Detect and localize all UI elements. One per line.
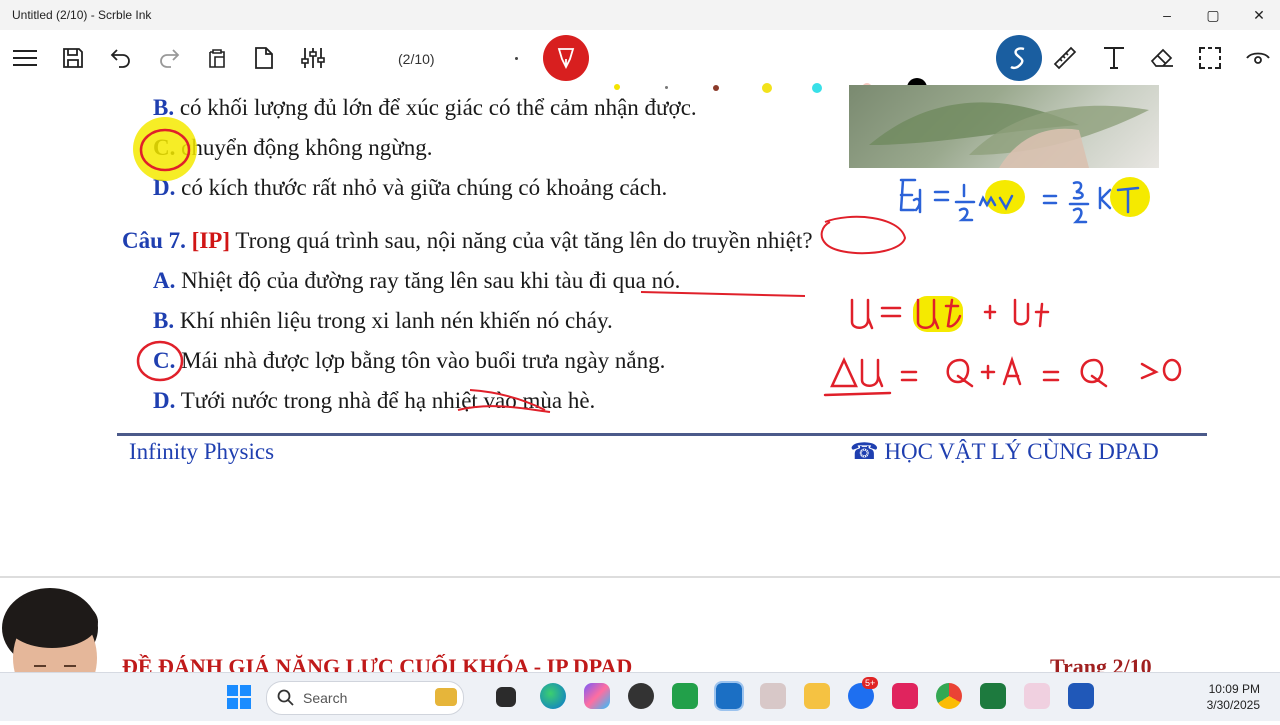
taskbar: Search 5+ 10:09 PM 3/30/2025 (0, 672, 1280, 721)
obs-icon[interactable] (628, 683, 654, 709)
q6-option-b: B. có khối lượng đủ lớn để xúc giác có t… (153, 95, 697, 121)
maximize-button[interactable]: ▢ (1190, 0, 1236, 30)
option-text: Mái nhà được lợp bằng tôn vào buổi trưa … (181, 348, 666, 373)
pen-color-swatch[interactable] (614, 84, 620, 90)
pen-color-swatch[interactable] (762, 83, 772, 93)
clock-date: 3/30/2025 (1206, 698, 1260, 712)
question-tag: [IP] (191, 228, 230, 253)
ruler-icon[interactable] (1045, 38, 1085, 78)
option-text: có kích thước rất nhỏ và giữa chúng có k… (181, 175, 668, 200)
edge-icon[interactable] (540, 683, 566, 709)
leaf-photo (849, 85, 1159, 168)
option-text: chuyển động không ngừng. (181, 135, 433, 160)
word-icon[interactable] (1068, 683, 1094, 709)
green-app-icon[interactable] (672, 683, 698, 709)
option-label: C. (153, 348, 176, 373)
redo-icon[interactable] (149, 38, 189, 78)
new-page-icon[interactable] (244, 38, 284, 78)
question-text: Trong quá trình sau, nội năng của vật tă… (235, 228, 813, 253)
pen-icon[interactable] (543, 35, 589, 81)
windows-start-icon[interactable] (226, 684, 252, 710)
file-explorer-icon[interactable] (804, 683, 830, 709)
search-highlight-icon (435, 688, 457, 706)
option-text: Khí nhiên liệu trong xi lanh nén khiến n… (179, 308, 613, 333)
pen-color-swatch[interactable] (515, 57, 518, 60)
clock-time: 10:09 PM (1208, 682, 1260, 696)
task-view-icon[interactable] (496, 687, 516, 707)
q7-option-c: C. Mái nhà được lợp bằng tôn vào buổi tr… (153, 348, 665, 374)
view-icon[interactable] (1238, 38, 1278, 78)
chrome-icon[interactable] (936, 683, 962, 709)
settings-sliders-icon[interactable] (293, 38, 333, 78)
system-clock[interactable]: 10:09 PM 3/30/2025 (1207, 681, 1260, 713)
notification-badge: 5+ (862, 677, 879, 689)
option-label: A. (153, 268, 176, 293)
pen-color-swatch[interactable] (812, 83, 822, 93)
close-button[interactable]: ✕ (1236, 0, 1280, 30)
option-label: C. (153, 135, 176, 160)
option-text: Tưới nước trong nhà để hạ nhiệt vào mùa … (180, 388, 596, 413)
option-label: D. (153, 175, 176, 200)
text-icon[interactable] (1094, 38, 1134, 78)
eraser-icon[interactable] (1142, 38, 1182, 78)
option-label: B. (153, 308, 175, 333)
smart-ink-icon[interactable] (996, 35, 1042, 81)
option-text: Nhiệt độ của đường ray tăng lên sau khi … (181, 268, 681, 293)
taskbar-search[interactable]: Search (266, 681, 464, 715)
app-icon[interactable] (760, 683, 786, 709)
title-bar: Untitled (2/10) - Scrble Ink – ▢ ✕ (0, 0, 1280, 30)
option-text: có khối lượng đủ lớn để xúc giác có thể … (179, 95, 697, 120)
q7-option-a: A. Nhiệt độ của đường ray tăng lên sau k… (153, 268, 680, 294)
scrble-ink-icon[interactable] (714, 681, 744, 711)
search-placeholder: Search (303, 690, 348, 706)
excel-icon[interactable] (980, 683, 1006, 709)
undo-icon[interactable] (101, 38, 141, 78)
select-icon[interactable] (1190, 38, 1230, 78)
q6-option-c: C. chuyển động không ngừng. (153, 135, 433, 161)
snipping-tool-icon[interactable] (1024, 683, 1050, 709)
tiktok-icon[interactable] (892, 683, 918, 709)
minimize-button[interactable]: – (1144, 0, 1190, 30)
option-label: D. (153, 388, 176, 413)
option-label: B. (153, 95, 175, 120)
footer-contact: ☎ HỌC VẬT LÝ CÙNG DPAD (850, 439, 1159, 464)
page-indicator: (2/10) (398, 51, 435, 67)
pen-color-swatch[interactable] (665, 86, 668, 89)
clipboard-icon[interactable] (197, 38, 237, 78)
toolbar: (2/10) (0, 30, 1280, 98)
menu-icon[interactable] (5, 38, 45, 78)
q7-prompt: Câu 7. [IP] Trong quá trình sau, nội năn… (122, 228, 813, 254)
pen-color-swatch[interactable] (713, 85, 719, 91)
copilot-icon[interactable] (584, 683, 610, 709)
window-title: Untitled (2/10) - Scrble Ink (12, 8, 152, 22)
question-number: Câu 7. (122, 228, 186, 253)
q7-option-d: D. Tưới nước trong nhà để hạ nhiệt vào m… (153, 388, 595, 414)
footer-brand: Infinity Physics (129, 439, 275, 464)
footer-divider (117, 433, 1207, 436)
save-icon[interactable] (53, 38, 93, 78)
q6-option-d: D. có kích thước rất nhỏ và giữa chúng c… (153, 175, 667, 201)
q7-option-b: B. Khí nhiên liệu trong xi lanh nén khiế… (153, 308, 613, 334)
zalo-icon[interactable]: 5+ (848, 677, 879, 709)
search-icon (277, 689, 294, 706)
